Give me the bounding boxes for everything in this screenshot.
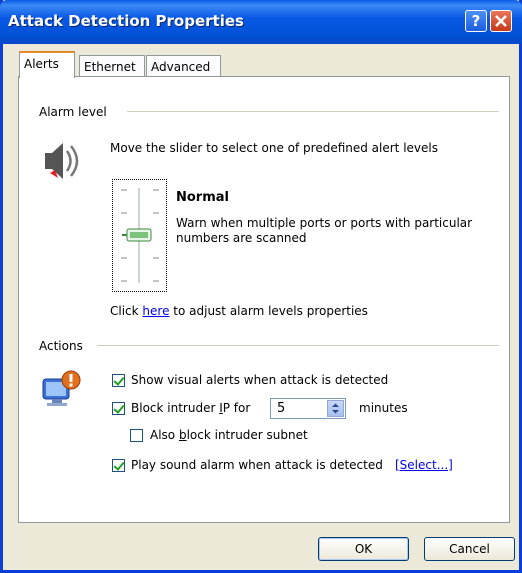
speaker-icon — [45, 143, 79, 179]
dialog-window: Attack Detection Properties ? Alerts Eth… — [0, 0, 522, 573]
select-sound-link[interactable]: [Select...] — [395, 458, 453, 472]
stepper-buttons[interactable] — [327, 400, 344, 417]
slider-track — [121, 188, 159, 283]
cancel-button[interactable]: Cancel — [424, 537, 515, 561]
alarm-properties-link[interactable]: here — [142, 304, 169, 318]
alarm-link-suffix: to adjust alarm levels properties — [169, 304, 368, 318]
block-intruder-ip-checkbox[interactable] — [112, 402, 125, 415]
block-minutes-stepper[interactable]: 5 — [270, 398, 346, 419]
block-minutes-value: 5 — [277, 401, 286, 416]
block-subnet-checkbox[interactable] — [130, 429, 143, 442]
close-icon — [495, 15, 507, 27]
block-subnet-label-accel: b — [178, 428, 187, 442]
tab-ethernet[interactable]: Ethernet — [79, 55, 145, 77]
play-sound-label: Play sound alarm when attack is detected — [131, 458, 383, 472]
alarm-link-prefix: Click — [110, 304, 143, 318]
show-visual-alerts-checkbox[interactable] — [112, 374, 125, 387]
close-button[interactable] — [490, 10, 512, 32]
tab-ethernet-label: Ethernet — [84, 60, 136, 74]
alarm-instruction-text: Move the slider to select one of predefi… — [110, 141, 438, 155]
alarm-level-slider[interactable] — [112, 179, 167, 292]
tab-alerts[interactable]: Alerts — [19, 51, 75, 78]
alarm-level-name: Normal — [176, 190, 229, 205]
block-intruder-ip-label: Block intruder IP for — [131, 401, 250, 415]
alarm-level-description: Warn when multiple ports or ports with p… — [176, 216, 473, 245]
monitor-alert-icon — [42, 370, 81, 406]
show-visual-alerts-label: Show visual alerts when attack is detect… — [131, 373, 389, 387]
help-button[interactable]: ? — [465, 10, 487, 32]
block-subnet-label-pre: Also — [150, 428, 179, 442]
play-sound-checkbox[interactable] — [112, 459, 125, 472]
block-subnet-label: Also block intruder subnet — [150, 428, 308, 442]
stepper-arrows-icon — [332, 403, 339, 414]
block-ip-label-post: P for — [222, 401, 251, 415]
title-bar[interactable]: Attack Detection Properties ? — [0, 0, 522, 44]
alarm-properties-link-row: Click here to adjust alarm levels proper… — [110, 304, 368, 318]
alarm-level-divider — [127, 111, 499, 112]
window-title: Attack Detection Properties — [8, 12, 244, 30]
actions-section-label: Actions — [39, 339, 83, 353]
tab-advanced-label: Advanced — [151, 60, 211, 74]
minutes-label: minutes — [359, 401, 408, 415]
slider-thumb[interactable] — [122, 228, 152, 242]
alarm-level-section-label: Alarm level — [39, 105, 107, 119]
actions-divider — [97, 345, 499, 346]
alerts-tab-panel: Alarm level Move the slider to select on… — [18, 76, 510, 523]
block-ip-label-pre: Block intruder — [131, 401, 220, 415]
tab-advanced[interactable]: Advanced — [146, 55, 221, 77]
ok-button[interactable]: OK — [318, 537, 409, 561]
block-subnet-label-post: lock intruder subnet — [186, 428, 308, 442]
tab-alerts-label: Alerts — [24, 57, 59, 71]
